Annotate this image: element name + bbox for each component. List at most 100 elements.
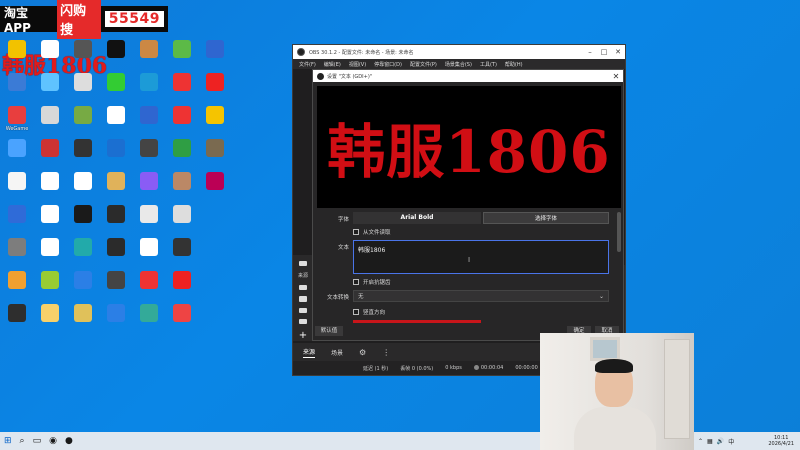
- desktop-icon[interactable]: [167, 238, 197, 256]
- desktop-icon[interactable]: [2, 139, 32, 157]
- desktop-icon[interactable]: [68, 106, 98, 124]
- desktop-icon[interactable]: [68, 172, 98, 190]
- desktop-icon[interactable]: [35, 73, 65, 91]
- desktop-icon[interactable]: [101, 106, 131, 124]
- dialog-titlebar[interactable]: 设置 "文本 (GDI+)" ✕: [313, 70, 623, 82]
- checkbox-box[interactable]: [353, 279, 359, 285]
- desktop-icon[interactable]: [2, 304, 32, 322]
- menu-item[interactable]: 场景集合(S): [445, 61, 472, 68]
- browser-icon[interactable]: ◉: [49, 436, 57, 446]
- camera-icon[interactable]: [299, 296, 307, 302]
- desktop-icon[interactable]: [134, 271, 164, 289]
- menu-item[interactable]: 停靠窗口(D): [374, 61, 402, 68]
- tab-scenes[interactable]: 场景: [331, 348, 343, 357]
- vertical-checkbox[interactable]: 竖直方向: [353, 308, 385, 316]
- color-swatch[interactable]: [353, 320, 481, 323]
- desktop-icon[interactable]: [200, 106, 230, 124]
- cloud-icon[interactable]: [299, 307, 307, 313]
- maximize-icon[interactable]: □: [597, 48, 611, 56]
- desktop-icon[interactable]: [167, 205, 197, 223]
- desktop-icon[interactable]: [35, 106, 65, 124]
- desktop-icon[interactable]: [167, 73, 197, 91]
- desktop-icon[interactable]: [167, 139, 197, 157]
- desktop-icon[interactable]: [134, 205, 164, 223]
- transform-select[interactable]: 无 ⌄: [353, 290, 609, 302]
- desktop-icon[interactable]: [101, 304, 131, 322]
- desktop-icon[interactable]: [101, 172, 131, 190]
- tab-sources[interactable]: 来源: [303, 347, 316, 358]
- desktop-icon[interactable]: [35, 139, 65, 157]
- desktop-icon[interactable]: [2, 205, 32, 223]
- desktop-icon[interactable]: [101, 139, 131, 157]
- desktop-icon[interactable]: [68, 304, 98, 322]
- scrollbar[interactable]: [617, 212, 621, 252]
- text-input[interactable]: 韩服1806 I: [353, 240, 609, 274]
- desktop-icon[interactable]: [101, 271, 131, 289]
- desktop-icon[interactable]: [68, 238, 98, 256]
- start-windows-icon[interactable]: ⊞: [4, 436, 12, 446]
- desktop-icon[interactable]: [2, 40, 32, 58]
- desktop-icon[interactable]: [167, 106, 197, 124]
- clock[interactable]: 10:11 2026/4/21: [768, 435, 794, 447]
- desktop-icon[interactable]: [167, 40, 197, 58]
- desktop-icon[interactable]: [200, 40, 230, 58]
- volume-icon[interactable]: 🔊: [717, 438, 724, 445]
- desktop-icon[interactable]: [134, 106, 164, 124]
- desktop-icon[interactable]: [68, 205, 98, 223]
- camera-icon[interactable]: [299, 261, 307, 267]
- desktop-icon[interactable]: [2, 172, 32, 190]
- desktop-icon[interactable]: [35, 238, 65, 256]
- minimize-icon[interactable]: –: [583, 48, 597, 56]
- desktop-icon[interactable]: [200, 73, 230, 91]
- more-options-icon[interactable]: ⋮: [382, 348, 390, 357]
- menu-item[interactable]: 配置文件(P): [410, 61, 437, 68]
- menu-item[interactable]: 工具(T): [480, 61, 497, 68]
- desktop-icon[interactable]: [35, 304, 65, 322]
- desktop-icon[interactable]: [167, 172, 197, 190]
- desktop-icon[interactable]: [134, 40, 164, 58]
- desktop-icon[interactable]: [101, 73, 131, 91]
- desktop-icon[interactable]: [68, 139, 98, 157]
- desktop-icon[interactable]: [167, 271, 197, 289]
- menu-item[interactable]: 文件(F): [299, 61, 316, 68]
- menu-item[interactable]: 编辑(E): [324, 61, 341, 68]
- settings-icon[interactable]: ⚙: [359, 348, 366, 357]
- desktop-icon[interactable]: [101, 40, 131, 58]
- desktop-icon[interactable]: [134, 73, 164, 91]
- desktop-icon[interactable]: [2, 238, 32, 256]
- ime-icon[interactable]: 中: [728, 437, 734, 446]
- monitor-icon[interactable]: [299, 318, 307, 325]
- search-icon[interactable]: ⌕: [20, 436, 25, 446]
- close-icon[interactable]: ✕: [609, 72, 623, 81]
- desktop-icon[interactable]: [134, 139, 164, 157]
- obs-taskbar-icon[interactable]: ●: [65, 436, 73, 446]
- desktop-icon[interactable]: [2, 271, 32, 289]
- chevron-up-icon[interactable]: ⌃: [698, 438, 703, 445]
- menu-item[interactable]: 帮助(H): [505, 61, 523, 68]
- desktop-icon[interactable]: [68, 271, 98, 289]
- desktop-icon[interactable]: [167, 304, 197, 322]
- task-view-icon[interactable]: ▭: [33, 436, 42, 446]
- desktop-icon[interactable]: [200, 139, 230, 157]
- desktop-icon[interactable]: [68, 73, 98, 91]
- obs-titlebar[interactable]: OBS 30.1.2 - 配置文件: 未命名 - 场景: 未命名 – □ ✕: [293, 45, 625, 59]
- desktop-icon[interactable]: [2, 73, 32, 91]
- desktop-icon[interactable]: [101, 238, 131, 256]
- checkbox-box[interactable]: [353, 309, 359, 315]
- desktop-icon[interactable]: [35, 205, 65, 223]
- from-file-checkbox[interactable]: 从文件读取: [353, 228, 391, 236]
- menu-item[interactable]: 视图(V): [349, 61, 366, 68]
- desktop-icon[interactable]: [134, 238, 164, 256]
- defaults-button[interactable]: 默认值: [315, 326, 343, 336]
- desktop-icon[interactable]: [35, 172, 65, 190]
- desktop-icon[interactable]: WeGame: [2, 106, 32, 132]
- close-icon[interactable]: ✕: [611, 48, 625, 56]
- desktop-icon[interactable]: [200, 172, 230, 190]
- desktop-icon[interactable]: [35, 40, 65, 58]
- select-font-button[interactable]: 选择字体: [483, 212, 609, 224]
- add-icon[interactable]: +: [299, 330, 307, 341]
- checkbox-box[interactable]: [353, 229, 359, 235]
- play-icon[interactable]: [299, 285, 307, 291]
- desktop-icon[interactable]: [101, 205, 131, 223]
- antialias-checkbox[interactable]: 开启抗锯齿: [353, 278, 391, 286]
